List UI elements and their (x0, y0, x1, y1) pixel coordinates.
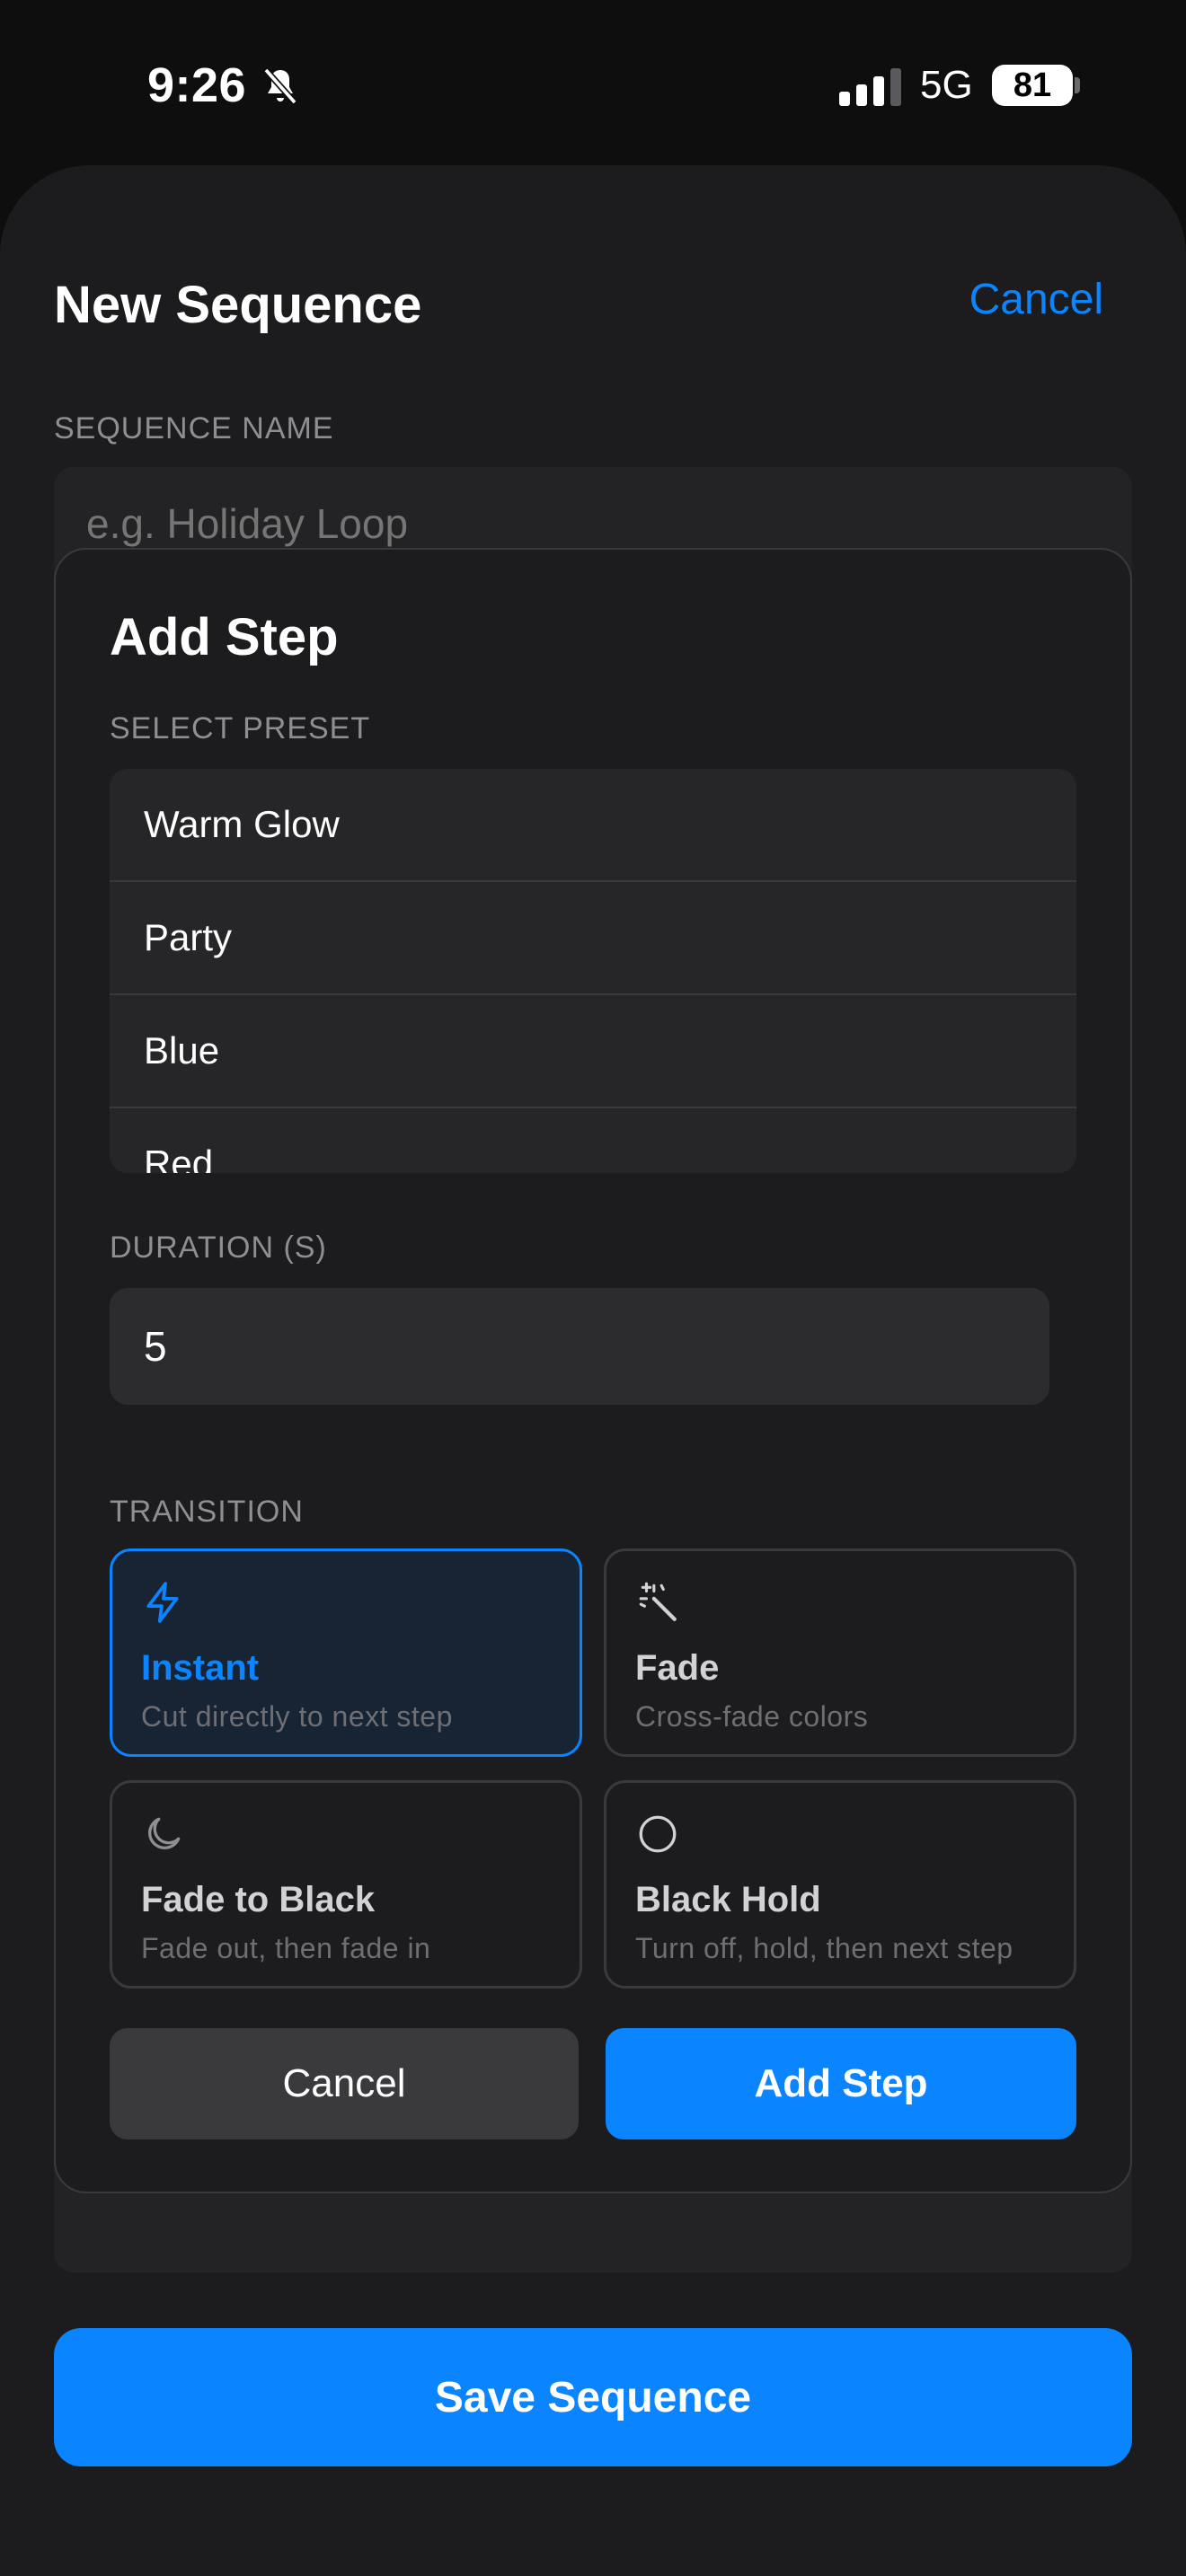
magic-wand-icon (639, 1582, 677, 1621)
transition-title: Fade to Black (141, 1880, 376, 1919)
transition-title: Fade (635, 1648, 720, 1688)
duration-label: DURATION (S) (110, 1231, 327, 1265)
network-type: 5G (920, 63, 973, 107)
circle-icon (639, 1815, 677, 1853)
save-sequence-button[interactable]: Save Sequence (54, 2328, 1132, 2466)
preset-item[interactable]: Red (110, 1108, 1076, 1173)
transition-card-black-hold[interactable]: Black Hold Turn off, hold, then next ste… (604, 1780, 1076, 1989)
transition-title: Black Hold (635, 1880, 821, 1919)
preset-label: SELECT PRESET (110, 711, 371, 745)
transition-label: TRANSITION (110, 1495, 304, 1529)
bell-slash-icon (263, 67, 297, 105)
preset-item[interactable]: Warm Glow (110, 769, 1076, 882)
screen: 9:26 5G 81 New Sequence Cancel SEQUENCE … (0, 0, 1186, 2576)
preset-list[interactable]: Warm Glow Party Blue Red (110, 769, 1076, 1173)
transition-desc: Cross-fade colors (635, 1700, 869, 1733)
modal-title: Add Step (110, 608, 339, 666)
status-time: 9:26 (147, 58, 247, 112)
cellular-signal-icon (839, 68, 901, 106)
sheet-title: New Sequence (54, 276, 422, 334)
battery-cap (1075, 77, 1080, 93)
sheet-cancel-button[interactable]: Cancel (969, 275, 1103, 324)
transition-title: Instant (141, 1648, 260, 1688)
sequence-name-input[interactable] (86, 499, 985, 548)
add-step-button[interactable]: Add Step (606, 2028, 1076, 2139)
moon-icon (148, 1817, 181, 1849)
sequence-name-label: SEQUENCE NAME (54, 411, 334, 446)
preset-item[interactable]: Blue (110, 995, 1076, 1108)
duration-input[interactable]: 5 (110, 1288, 1049, 1405)
transition-card-instant[interactable]: Instant Cut directly to next step (110, 1548, 582, 1757)
transition-desc: Fade out, then fade in (141, 1932, 431, 1964)
transition-card-fade[interactable]: Fade Cross-fade colors (604, 1548, 1076, 1757)
transition-desc: Cut directly to next step (141, 1700, 453, 1733)
transition-desc: Turn off, hold, then next step (635, 1932, 1013, 1964)
preset-item[interactable]: Party (110, 882, 1076, 995)
modal-cancel-button[interactable]: Cancel (110, 2028, 579, 2139)
battery-icon: 81 (992, 65, 1073, 106)
transition-card-fade-to-black[interactable]: Fade to Black Fade out, then fade in (110, 1780, 582, 1989)
bolt-icon (146, 1582, 179, 1623)
